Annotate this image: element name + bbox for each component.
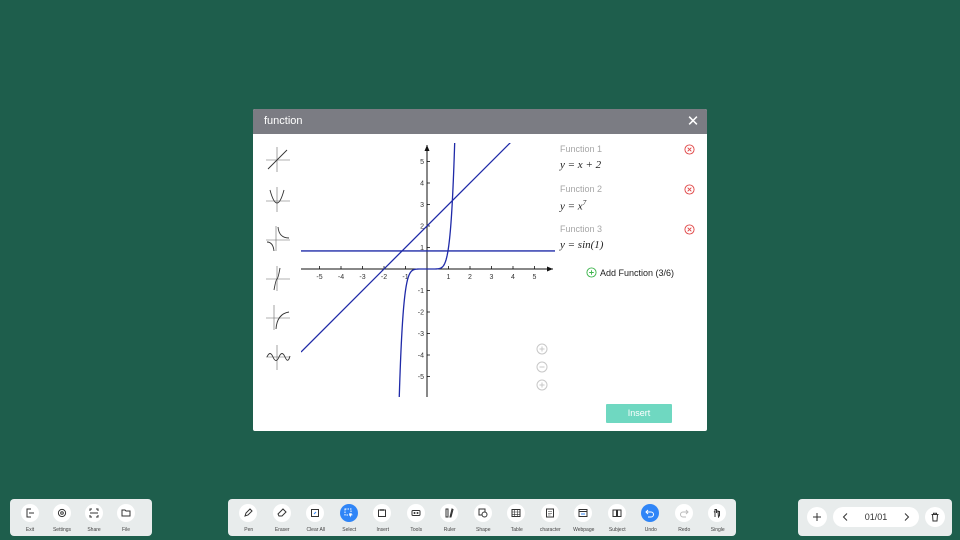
y-tick-label: -1 xyxy=(418,288,424,295)
delete-function-icon[interactable] xyxy=(684,224,695,235)
clear-all-icon xyxy=(306,504,324,522)
select-button[interactable]: Select xyxy=(333,499,367,536)
tools-button[interactable]: Tools xyxy=(400,499,434,536)
parabola-template-icon[interactable] xyxy=(263,184,293,214)
eraser-icon xyxy=(272,504,291,522)
file-label: File xyxy=(121,527,131,533)
function-label: Function 3 xyxy=(560,224,603,234)
zoom-reset-icon[interactable] xyxy=(536,379,548,391)
add-function-button[interactable]: Add Function (3/6) xyxy=(586,267,674,278)
character-icon xyxy=(540,504,559,522)
select-icon xyxy=(339,504,358,522)
add-circle-icon xyxy=(586,267,597,278)
function-label: Function 1 xyxy=(560,144,603,154)
subject-button[interactable]: Subject xyxy=(601,499,635,536)
toolbar-main: Pen Eraser Clear All Select Insert Tools… xyxy=(228,499,736,536)
single-button[interactable]: Single xyxy=(701,499,735,536)
y-tick-label: 5 xyxy=(420,159,424,166)
x-tick-label: -5 xyxy=(316,274,322,281)
insert-button[interactable]: Insert xyxy=(606,404,672,423)
delete-function-icon[interactable] xyxy=(684,144,695,155)
character-button[interactable]: character xyxy=(534,499,568,536)
function-label: Function 2 xyxy=(560,184,603,194)
subject-icon xyxy=(607,504,626,522)
redo-button[interactable]: Redo xyxy=(668,499,702,536)
x-tick-label: -2 xyxy=(381,274,387,281)
x-tick-label: 5 xyxy=(533,274,537,281)
table-button[interactable]: Table xyxy=(500,499,534,536)
function-expression: y = sin(1) xyxy=(560,239,604,251)
chevron-right-icon[interactable] xyxy=(898,507,916,527)
function-item-2[interactable]: Function 2 y = x7 xyxy=(560,182,702,222)
undo-icon xyxy=(641,504,659,522)
cubic-template-icon[interactable] xyxy=(263,263,293,293)
eraser-button[interactable]: Eraser xyxy=(266,499,300,536)
y-tick-label: 3 xyxy=(420,202,424,209)
page-nav: 01/01 xyxy=(833,507,919,527)
clear-all-button[interactable]: Clear All xyxy=(299,499,333,536)
x-tick-label: -3 xyxy=(359,274,365,281)
webpage-button[interactable]: Webpage xyxy=(567,499,601,536)
add-function-label: Add Function (3/6) xyxy=(600,267,675,278)
webpage-icon xyxy=(574,504,592,522)
chevron-left-icon[interactable] xyxy=(836,507,854,527)
folder-icon xyxy=(117,504,135,522)
redo-icon xyxy=(674,504,693,522)
log-template-icon[interactable] xyxy=(263,302,293,332)
trash-icon[interactable] xyxy=(925,507,945,527)
hand-icon xyxy=(708,504,726,522)
shape-button[interactable]: Shape xyxy=(467,499,501,536)
x-tick-label: -4 xyxy=(338,274,344,281)
pen-button[interactable]: Pen xyxy=(232,499,266,536)
function-dialog: function ✕ -5 -4 -3 -2 -1 1 2 3 4 5 5 4 … xyxy=(253,109,707,431)
undo-button[interactable]: Undo xyxy=(634,499,668,536)
x-axis-arrow xyxy=(547,266,553,272)
x-tick-label: 1 xyxy=(447,274,451,281)
y-axis-arrow xyxy=(424,145,430,151)
close-icon[interactable]: ✕ xyxy=(685,109,701,134)
pen-icon xyxy=(239,504,257,522)
exit-icon xyxy=(21,504,39,522)
zoom-out-icon[interactable] xyxy=(536,361,548,373)
function-item-1[interactable]: Function 1 y = x + 2 xyxy=(560,142,702,182)
sine-template-icon[interactable] xyxy=(263,342,293,372)
tools-icon xyxy=(406,504,425,522)
x-tick-label: 4 xyxy=(511,274,515,281)
function-expression: y = x + 2 xyxy=(560,159,602,171)
gear-icon xyxy=(53,504,71,522)
ruler-icon xyxy=(440,504,458,522)
function-item-3[interactable]: Function 3 y = sin(1) xyxy=(560,222,702,262)
x-tick-label: 2 xyxy=(468,274,472,281)
linear-template-icon[interactable] xyxy=(263,144,293,174)
dialog-header: function ✕ xyxy=(253,109,707,134)
inverse-template-icon[interactable] xyxy=(263,223,293,253)
ruler-button[interactable]: Ruler xyxy=(433,499,467,536)
page-navigator: 01/01 xyxy=(798,499,952,536)
function-templates xyxy=(263,144,293,381)
y-tick-label: 4 xyxy=(420,181,424,188)
page-number: 01/01 xyxy=(864,512,888,522)
x-tick-label: 3 xyxy=(490,274,494,281)
file-button[interactable]: File xyxy=(110,499,142,536)
insert-icon xyxy=(373,504,391,522)
insert-tool-button[interactable]: Insert xyxy=(366,499,400,536)
toolbar-left: Exit Settings Share File xyxy=(10,499,152,536)
function-graph[interactable]: -5 -4 -3 -2 -1 1 2 3 4 554321-1-2-3-4-5 xyxy=(301,143,555,397)
shape-icon xyxy=(473,504,492,522)
table-icon xyxy=(507,504,525,522)
delete-function-icon[interactable] xyxy=(684,184,695,195)
dialog-title: function xyxy=(264,115,303,127)
function-list: Function 1 y = x + 2 Function 2 y = x7 F… xyxy=(560,142,702,262)
function-expression: y = x7 xyxy=(560,199,587,213)
single-label: Single xyxy=(710,527,725,533)
y-tick-label: -5 xyxy=(418,374,424,381)
add-page-icon[interactable] xyxy=(807,507,827,527)
y-tick-label: -2 xyxy=(418,310,424,317)
y-tick-label: -4 xyxy=(418,353,424,360)
share-icon xyxy=(85,504,103,522)
zoom-in-icon[interactable] xyxy=(536,343,548,355)
y-tick-label: -3 xyxy=(418,331,424,338)
